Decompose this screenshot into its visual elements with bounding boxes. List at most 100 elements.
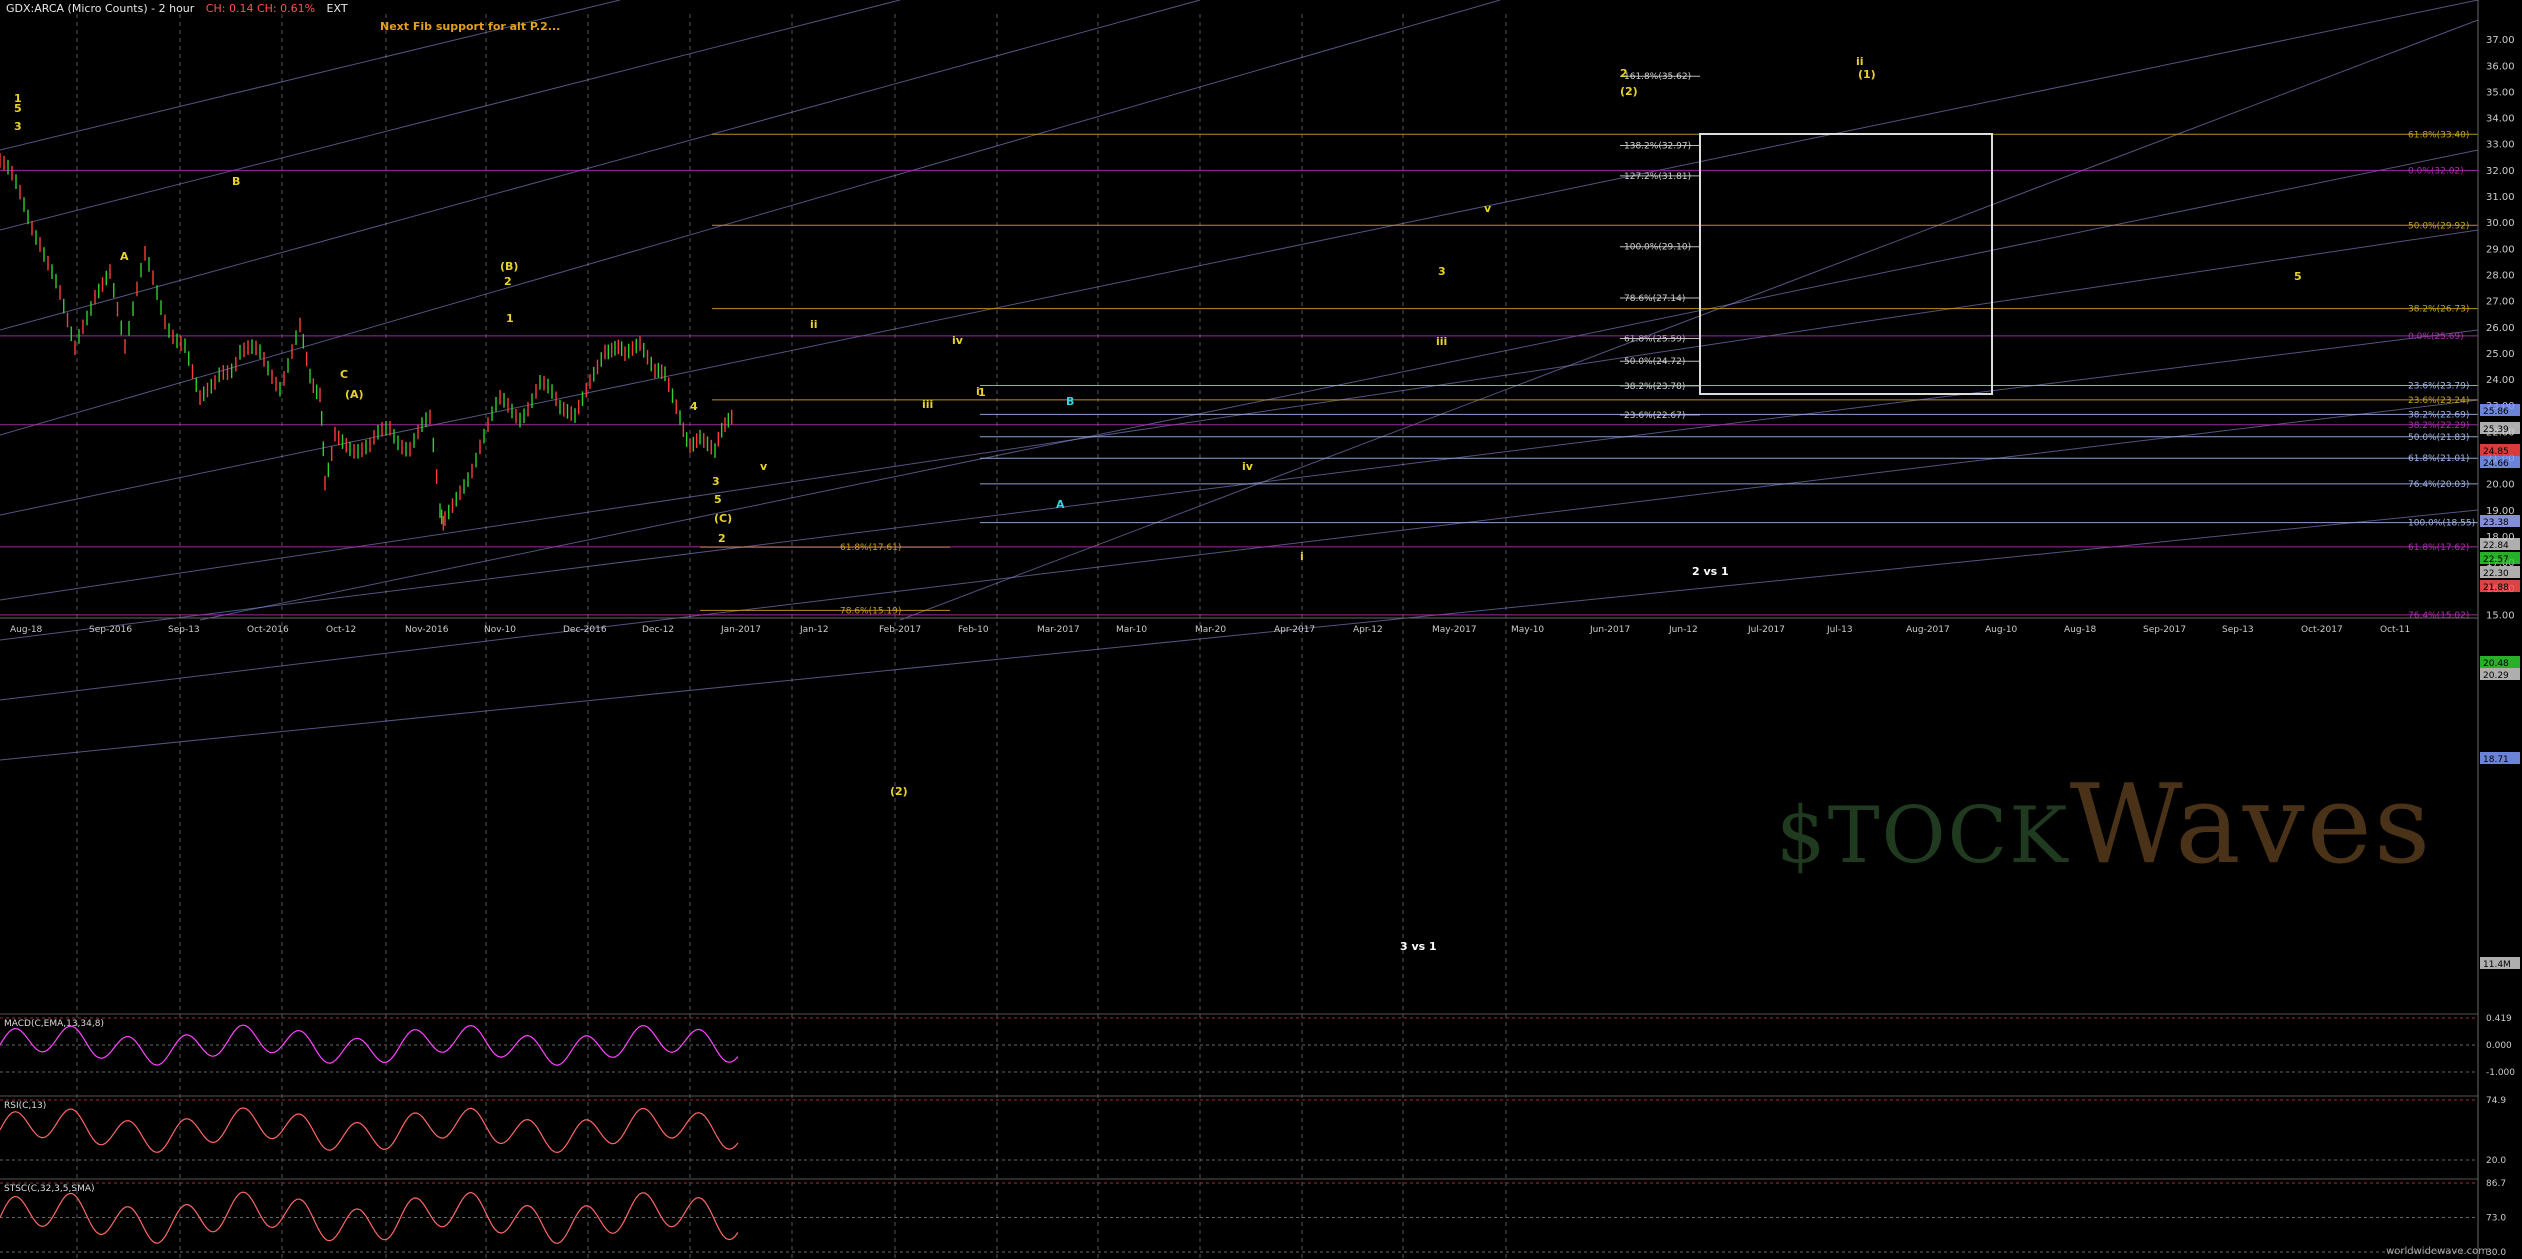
x-tick-label: Aug-2017 bbox=[1906, 625, 1950, 635]
x-tick-label: Dec-12 bbox=[642, 625, 674, 635]
x-tick-label: Jun-2017 bbox=[1589, 625, 1630, 635]
price-tag-label: 11.4M bbox=[2483, 960, 2511, 970]
fib-level-label: 61.8%(21.01) bbox=[2408, 454, 2469, 464]
pane-tick: 0.000 bbox=[2486, 1041, 2512, 1051]
pane-tick: 86.7 bbox=[2486, 1179, 2506, 1189]
wave-label: 5 bbox=[14, 102, 22, 115]
y-tick-label: 37.00 bbox=[2486, 35, 2515, 46]
x-tick-label: Nov-2016 bbox=[405, 625, 449, 635]
price-tag-label: 25.86 bbox=[2483, 407, 2509, 417]
indicator-panes: MACD(C,EMA,13,34,8) 0.419 0.000 -1.000 RSI(C… bbox=[0, 1013, 2515, 1258]
target-box-rect bbox=[1699, 133, 1993, 395]
y-tick-label: 28.00 bbox=[2486, 270, 2515, 281]
wave-label: 5 bbox=[2294, 270, 2302, 283]
pane-tick: 73.0 bbox=[2486, 1214, 2506, 1224]
wave-label: iii bbox=[922, 398, 933, 411]
trend-line bbox=[0, 399, 2479, 701]
wave-label: ii bbox=[810, 318, 818, 331]
price-tag-label: 22.30 bbox=[2483, 569, 2509, 579]
target-box bbox=[1699, 133, 1993, 395]
y-tick-label: 33.00 bbox=[2486, 140, 2515, 151]
x-tick-label: Jun-12 bbox=[1668, 625, 1698, 635]
fib-level-label: 50.0%(24.72) bbox=[1624, 357, 1685, 367]
pane-tick: -1.000 bbox=[2486, 1068, 2515, 1078]
fib-level-label: 23.6%(23.79) bbox=[2408, 382, 2469, 392]
x-tick-label: Sep-2017 bbox=[2143, 625, 2186, 635]
y-tick-label: 25.00 bbox=[2486, 349, 2515, 360]
x-tick-label: Apr-12 bbox=[1353, 625, 1383, 635]
x-tick-label: May-2017 bbox=[1432, 625, 1477, 635]
fib-level-label: 38.2%(26.73) bbox=[2408, 305, 2469, 315]
wave-label: 2 vs 1 bbox=[1692, 565, 1729, 578]
wave-label: (2) bbox=[890, 785, 908, 798]
y-tick-label: 32.00 bbox=[2486, 166, 2515, 177]
fib-level-label: 76.4%(15.02) bbox=[2408, 611, 2469, 621]
x-tick-label: Mar-2017 bbox=[1037, 625, 1080, 635]
x-tick-label: Jan-2017 bbox=[720, 625, 761, 635]
price-tag-label: 20.29 bbox=[2483, 671, 2509, 681]
price-tag-label: 23.38 bbox=[2483, 518, 2509, 528]
y-tick-label: 36.00 bbox=[2486, 61, 2515, 72]
wave-label: 3 bbox=[712, 475, 720, 488]
x-tick-label: Aug-18 bbox=[2064, 625, 2097, 635]
wave-label: 2 bbox=[718, 532, 726, 545]
x-tick-label: Oct-2016 bbox=[247, 625, 289, 635]
fib-level-label: 100.0%(29.10) bbox=[1624, 243, 1691, 253]
price-tag-label: 21.88 bbox=[2483, 583, 2509, 593]
wave-label: 2 bbox=[504, 275, 512, 288]
wave-label: (B) bbox=[500, 260, 518, 273]
pane-tick: 0.419 bbox=[2486, 1014, 2512, 1024]
fib-level-label: 127.2%(31.81) bbox=[1624, 172, 1691, 182]
x-tick-label: Mar-20 bbox=[1195, 625, 1226, 635]
wave-label: 1 bbox=[506, 312, 514, 325]
wave-label: i bbox=[1300, 550, 1304, 563]
wave-label: v bbox=[760, 460, 768, 473]
chart-header: GDX:ARCA (Micro Counts) - 2 hour CH: 0.1… bbox=[6, 2, 348, 15]
wave-label: 4 bbox=[690, 400, 698, 413]
watermark-part2: Waves bbox=[2069, 760, 2433, 888]
y-tick-label: 34.00 bbox=[2486, 114, 2515, 125]
fib-level-label: 50.0%(29.92) bbox=[2408, 221, 2469, 231]
trend-lines bbox=[0, 0, 2479, 761]
trend-line bbox=[0, 0, 1501, 436]
fib-level-label: 76.4%(20.03) bbox=[2408, 480, 2469, 490]
x-tick-label: Jan-12 bbox=[799, 625, 829, 635]
pane-tick: 74.9 bbox=[2486, 1096, 2506, 1106]
y-tick-label: 27.00 bbox=[2486, 297, 2515, 308]
wave-label: 1 bbox=[978, 386, 986, 399]
pane-tick: 20.0 bbox=[2486, 1156, 2506, 1166]
watermark-logo: $TOCKWaves bbox=[1776, 760, 2432, 888]
wave-label: A bbox=[120, 250, 129, 263]
wave-label: ii bbox=[1856, 55, 1864, 68]
wave-label: 2 bbox=[1620, 67, 1628, 80]
pane-series bbox=[0, 1107, 739, 1154]
trend-line bbox=[0, 329, 2479, 641]
price-tag-label: 24.66 bbox=[2483, 459, 2509, 469]
y-tick-label: 20.00 bbox=[2486, 480, 2515, 491]
wave-label: Next Fib support for alt P.2... bbox=[380, 20, 560, 33]
fib-level-label: 23.6%(23.24) bbox=[2408, 396, 2469, 406]
price-tag-label: 20.48 bbox=[2483, 659, 2509, 669]
x-tick-label: Oct-11 bbox=[2380, 625, 2410, 635]
fib-level-label: 78.6%(27.14) bbox=[1624, 294, 1685, 304]
y-tick-label: 26.00 bbox=[2486, 323, 2515, 334]
x-tick-label: Jul-2017 bbox=[1747, 625, 1785, 635]
pane-title: RSI(C,13) bbox=[4, 1101, 46, 1111]
fib-level-label: 38.2%(23.78) bbox=[1624, 382, 1685, 392]
pane-tick: 30.0 bbox=[2486, 1248, 2506, 1258]
price-tag-label: 22.57 bbox=[2483, 555, 2509, 565]
x-axis: Aug-18 Sep-2016 Sep-13 Oct-2016 Oct-12 Nov-20… bbox=[0, 617, 2478, 635]
price-tag-label: 24.85 bbox=[2483, 447, 2509, 457]
pane-title: STSC(C,32,3,5,SMA) bbox=[4, 1184, 95, 1194]
wave-label: (A) bbox=[345, 388, 364, 401]
wave-label: iv bbox=[1242, 460, 1254, 473]
chart-title: GDX:ARCA (Micro Counts) - 2 hour bbox=[6, 2, 195, 15]
wave-label: v bbox=[1484, 202, 1492, 215]
x-tick-label: Feb-10 bbox=[958, 625, 989, 635]
x-tick-label: May-10 bbox=[1511, 625, 1544, 635]
wave-label: 3 bbox=[14, 120, 22, 133]
fib-level-label: 0.0%(25.69) bbox=[2408, 332, 2464, 342]
fib-level-label: 100.0%(18.55) bbox=[2408, 519, 2475, 529]
price-tag-label: 22.84 bbox=[2483, 541, 2509, 551]
fib-level-label: 61.8%(33.40) bbox=[2408, 130, 2469, 140]
